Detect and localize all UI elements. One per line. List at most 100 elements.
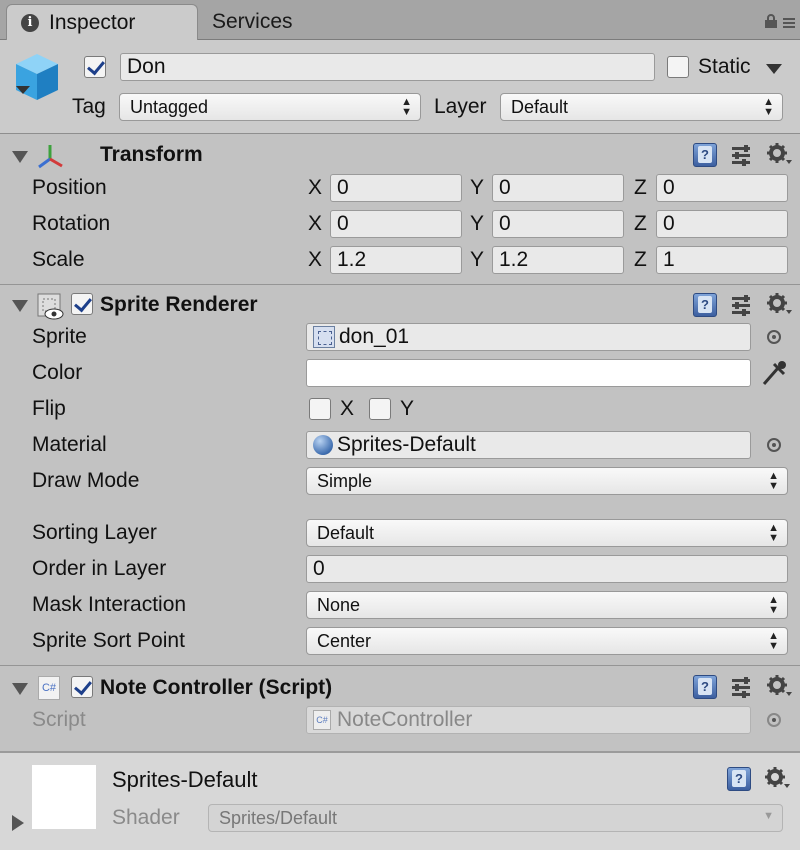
note-controller-foldout-icon[interactable] — [12, 683, 28, 695]
transform-axes-icon — [38, 145, 63, 169]
layer-dropdown[interactable]: Default ▲ ▼ — [500, 93, 783, 121]
axis-z-label: Z — [634, 212, 647, 235]
tag-value: Untagged — [130, 96, 209, 117]
menu-icon[interactable] — [782, 16, 796, 30]
csharp-small-icon: C# — [313, 710, 331, 730]
transform-title: Transform — [100, 143, 203, 166]
position-z-input[interactable]: 0 — [656, 174, 788, 202]
gear-icon[interactable] — [764, 766, 790, 790]
axis-z-label: Z — [634, 176, 647, 199]
material-foldout-icon[interactable] — [12, 815, 24, 831]
axis-x-label: X — [308, 248, 323, 271]
shader-dropdown[interactable]: Sprites/Default ▼ — [208, 804, 783, 832]
axis-y-label: Y — [470, 176, 485, 199]
updown-arrow-icon: ▲ ▼ — [763, 96, 774, 118]
flip-x-checkbox[interactable] — [309, 398, 331, 420]
scale-z-input[interactable]: 1 — [656, 246, 788, 274]
csharp-script-icon: C# — [38, 676, 60, 700]
position-x-input[interactable]: 0 — [330, 174, 462, 202]
updown-arrow-icon: ▲ ▼ — [768, 470, 779, 492]
mask-interaction-label: Mask Interaction — [32, 593, 187, 616]
color-swatch[interactable] — [306, 359, 751, 387]
rotation-x-input[interactable]: 0 — [330, 210, 462, 238]
tag-dropdown[interactable]: Untagged ▲ ▼ — [119, 93, 421, 121]
lock-icon[interactable] — [764, 14, 778, 28]
draw-mode-dropdown[interactable]: Simple ▲ ▼ — [306, 467, 788, 495]
axis-y-label: Y — [470, 248, 485, 271]
sorting-layer-dropdown[interactable]: Default ▲ ▼ — [306, 519, 788, 547]
script-field: C# NoteController — [306, 706, 751, 734]
flip-x-label: X — [340, 397, 355, 420]
scale-y-input[interactable]: 1.2 — [492, 246, 624, 274]
axis-x-label: X — [308, 176, 323, 199]
script-label: Script — [32, 708, 86, 731]
preset-icon[interactable] — [730, 144, 752, 166]
sprite-icon — [313, 326, 335, 348]
static-dropdown-icon[interactable] — [766, 64, 782, 74]
object-picker-icon[interactable] — [767, 438, 781, 452]
layer-label: Layer — [434, 95, 487, 118]
tab-bar: i Inspector Services — [0, 0, 800, 40]
help-icon[interactable] — [693, 293, 717, 317]
sprite-label: Sprite — [32, 325, 87, 348]
dropdown-arrow-icon: ▼ — [763, 810, 774, 822]
rotation-y-input[interactable]: 0 — [492, 210, 624, 238]
sprite-field[interactable]: don_01 — [306, 323, 751, 351]
scale-label: Scale — [32, 248, 85, 271]
static-label: Static — [698, 55, 751, 78]
transform-foldout-icon[interactable] — [12, 151, 28, 163]
position-label: Position — [32, 176, 107, 199]
object-name-input[interactable]: Don — [120, 53, 655, 81]
position-y-input[interactable]: 0 — [492, 174, 624, 202]
draw-mode-label: Draw Mode — [32, 469, 140, 492]
object-picker-icon[interactable] — [767, 330, 781, 344]
gear-icon[interactable] — [766, 142, 792, 166]
material-field[interactable]: Sprites-Default — [306, 431, 751, 459]
sprite-renderer-enabled-checkbox[interactable] — [71, 293, 93, 315]
sprite-renderer-component: Sprite Renderer Sprite don_01 Color Flip… — [0, 286, 800, 666]
gameobject-cube-icon[interactable] — [14, 52, 60, 102]
static-checkbox[interactable] — [667, 56, 689, 78]
flip-y-checkbox[interactable] — [369, 398, 391, 420]
material-preview — [32, 765, 96, 829]
shader-label: Shader — [112, 806, 180, 829]
help-icon[interactable] — [727, 767, 751, 791]
note-controller-component: C# Note Controller (Script) Script C# No… — [0, 667, 800, 752]
mask-interaction-dropdown[interactable]: None ▲ ▼ — [306, 591, 788, 619]
eyedropper-icon[interactable] — [760, 358, 788, 388]
help-icon[interactable] — [693, 675, 717, 699]
tab-services[interactable]: Services — [212, 4, 293, 40]
preset-icon[interactable] — [730, 294, 752, 316]
help-icon[interactable] — [693, 143, 717, 167]
axis-z-label: Z — [634, 248, 647, 271]
info-icon: i — [21, 13, 39, 32]
axis-x-label: X — [308, 212, 323, 235]
sprite-renderer-foldout-icon[interactable] — [12, 300, 28, 312]
rotation-z-input[interactable]: 0 — [656, 210, 788, 238]
icon-dropdown-arrow-icon[interactable] — [16, 86, 30, 94]
tab-inspector[interactable]: i Inspector — [6, 4, 198, 40]
material-section: Sprites-Default Shader Sprites/Default ▼ — [0, 752, 800, 850]
note-controller-enabled-checkbox[interactable] — [71, 676, 93, 698]
flip-label: Flip — [32, 397, 66, 420]
updown-arrow-icon: ▲ ▼ — [401, 96, 412, 118]
sprite-sort-point-label: Sprite Sort Point — [32, 629, 185, 652]
gameobject-header: Don Static Tag Untagged ▲ ▼ Layer Default… — [0, 40, 800, 134]
preset-icon[interactable] — [730, 676, 752, 698]
draw-mode-value: Simple — [317, 470, 373, 491]
sprite-sort-point-dropdown[interactable]: Center ▲ ▼ — [306, 627, 788, 655]
gear-icon[interactable] — [766, 674, 792, 698]
scale-x-input[interactable]: 1.2 — [330, 246, 462, 274]
gear-icon[interactable] — [766, 292, 792, 316]
material-value: Sprites-Default — [337, 433, 476, 456]
note-controller-title: Note Controller (Script) — [100, 676, 333, 699]
material-label: Material — [32, 433, 107, 456]
shader-value: Sprites/Default — [219, 807, 338, 828]
rotation-label: Rotation — [32, 212, 111, 235]
updown-arrow-icon: ▲ ▼ — [768, 594, 779, 616]
layer-value: Default — [511, 96, 569, 117]
active-checkbox[interactable] — [84, 56, 106, 78]
color-label: Color — [32, 361, 83, 384]
transform-component: Transform Position X 0 Y 0 Z 0 Rotation … — [0, 135, 800, 285]
order-in-layer-input[interactable]: 0 — [306, 555, 788, 583]
